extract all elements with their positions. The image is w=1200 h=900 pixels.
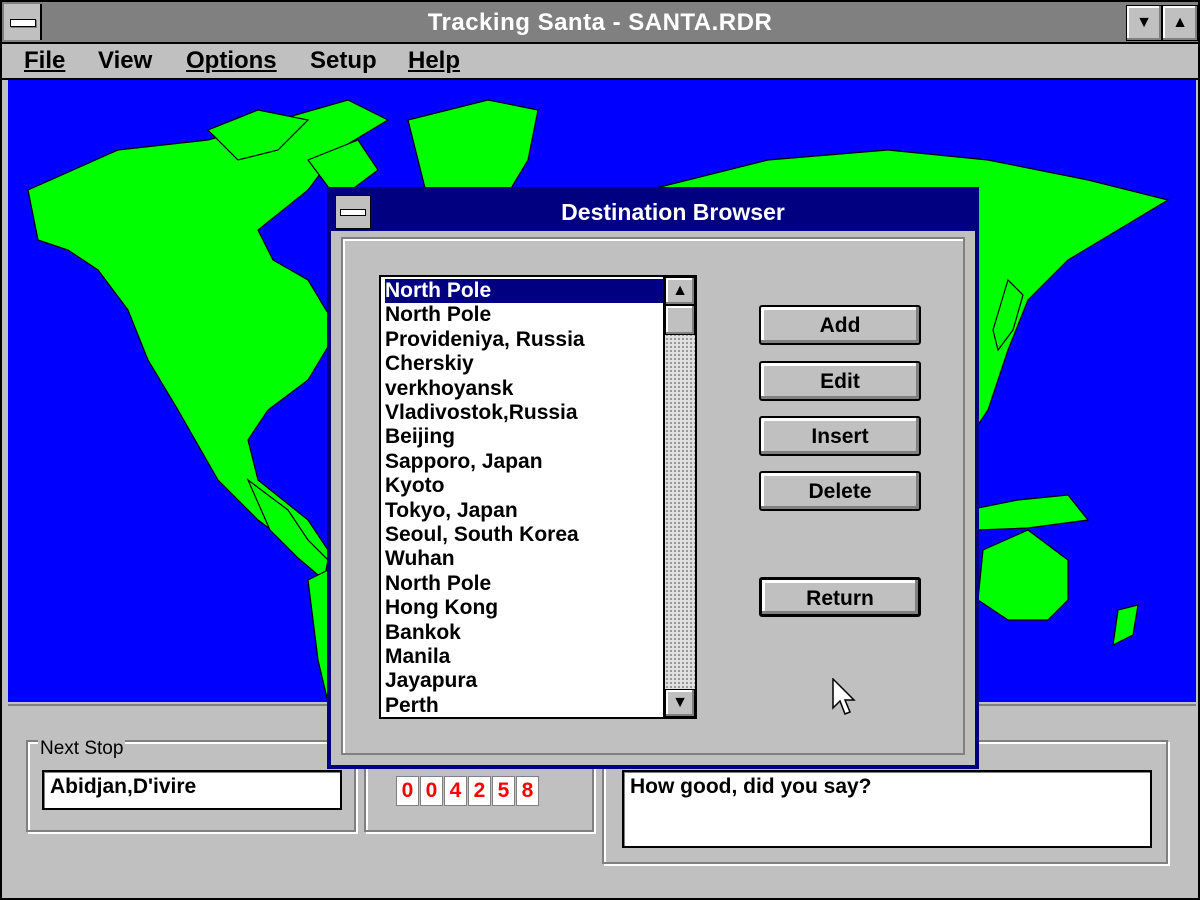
list-item[interactable]: North Pole [385, 303, 665, 327]
scroll-thumb[interactable] [665, 305, 695, 335]
menu-bar: File View Options Setup Help [2, 44, 1198, 80]
title-bar[interactable]: Tracking Santa - SANTA.RDR ▼ ▲ [2, 2, 1198, 44]
list-item[interactable]: North Pole [385, 279, 665, 303]
counter-digit: 8 [516, 776, 539, 806]
counter-digit: 4 [444, 776, 467, 806]
return-button[interactable]: Return [759, 577, 921, 617]
counter-digit: 0 [396, 776, 419, 806]
list-item[interactable]: Sapporo, Japan [385, 450, 665, 474]
down-arrow-icon[interactable]: ▼ [665, 689, 695, 717]
counter-digit: 2 [468, 776, 491, 806]
minimize-button[interactable]: ▼ [1126, 5, 1162, 41]
list-item[interactable]: Provideniya, Russia [385, 328, 665, 352]
stop-counter: 004258 [396, 776, 540, 806]
destination-browser-dialog: Destination Browser North Pole North Pole… [327, 187, 979, 769]
destination-list[interactable]: North Pole North Pole Provideniya, Russia C… [379, 275, 697, 719]
maximize-button[interactable]: ▲ [1162, 5, 1198, 41]
menu-file[interactable]: File [24, 47, 65, 75]
edit-button[interactable]: Edit [759, 361, 921, 401]
list-item[interactable]: Seoul, South Korea [385, 523, 665, 547]
list-item[interactable]: Cherskiy [385, 352, 665, 376]
list-item[interactable]: Perth [385, 694, 665, 717]
central-america-land [246, 478, 329, 582]
window-title: Tracking Santa - SANTA.RDR [427, 9, 773, 36]
list-scrollbar[interactable]: ▲ ▼ [663, 277, 695, 717]
list-item[interactable]: Bankok [385, 621, 665, 645]
list-item[interactable]: Kyoto [385, 474, 665, 498]
message-box: How good, did you say? [622, 770, 1152, 848]
menu-setup[interactable]: Setup [310, 47, 377, 75]
list-item[interactable]: Manila [385, 645, 665, 669]
dialog-title: Destination Browser [561, 199, 785, 225]
list-item[interactable]: Jayapura [385, 669, 665, 693]
up-arrow-icon[interactable]: ▲ [665, 277, 695, 305]
menu-help[interactable]: Help [408, 47, 460, 75]
add-button[interactable]: Add [759, 305, 921, 345]
dialog-system-menu-icon [340, 209, 366, 216]
counter-digit: 5 [492, 776, 515, 806]
list-item[interactable]: verkhoyansk [385, 377, 665, 401]
list-item[interactable]: Tokyo, Japan [385, 499, 665, 523]
list-item[interactable]: Beijing [385, 425, 665, 449]
menu-options[interactable]: Options [186, 47, 277, 75]
counter-digit: 0 [420, 776, 443, 806]
list-item[interactable]: North Pole [385, 572, 665, 596]
australia-land [977, 529, 1069, 621]
delete-button[interactable]: Delete [759, 471, 921, 511]
menu-view[interactable]: View [98, 47, 152, 75]
new-zealand-land [1112, 604, 1139, 647]
indonesia-land [967, 494, 1090, 531]
next-stop-field[interactable]: Abidjan,D'ivire [42, 770, 342, 810]
mouse-pointer-icon [832, 678, 856, 715]
dialog-title-bar[interactable]: Destination Browser [331, 191, 975, 231]
list-item[interactable]: Wuhan [385, 547, 665, 571]
next-stop-label: Next Stop [38, 738, 126, 760]
list-item[interactable]: Vladivostok,Russia [385, 401, 665, 425]
dialog-system-menu-button[interactable] [335, 195, 371, 229]
list-item[interactable]: Hong Kong [385, 596, 665, 620]
insert-button[interactable]: Insert [759, 416, 921, 456]
